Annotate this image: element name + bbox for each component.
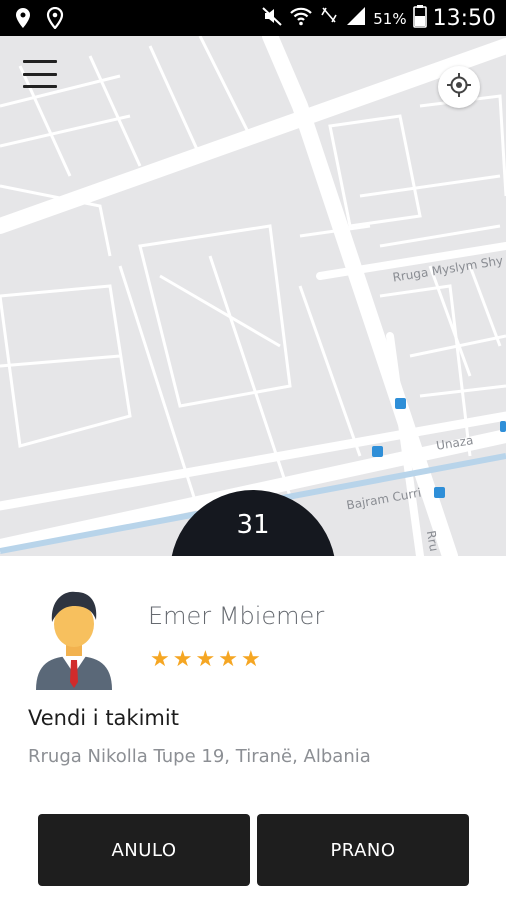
clock: 13:50 — [432, 6, 496, 31]
avatar — [32, 586, 116, 690]
driver-name: Emer Mbiemer — [148, 602, 325, 630]
map-canvas — [0, 36, 506, 556]
countdown-value: 31 — [236, 510, 270, 540]
map[interactable]: Rruga Myslym Shy Unaza Bajram Curri Rru — [0, 36, 506, 556]
ride-request-sheet: Emer Mbiemer ★ ★ ★ ★ ★ Vendi i takimit R… — [0, 556, 506, 900]
cancel-button[interactable]: ANULO — [38, 814, 250, 886]
battery-percent: 51% — [373, 9, 407, 28]
data-transfer-icon — [319, 5, 339, 32]
star-icon: ★ — [218, 646, 238, 671]
star-icon: ★ — [150, 646, 170, 671]
wifi-icon — [289, 5, 313, 32]
hamburger-line — [23, 85, 57, 88]
map-marker-icon — [46, 6, 64, 34]
battery-icon — [412, 4, 427, 33]
accept-button[interactable]: PRANO — [257, 814, 469, 886]
star-icon: ★ — [240, 646, 261, 671]
star-icon: ★ — [172, 646, 193, 671]
meeting-point-address: Rruga Nikolla Tupe 19, Tiranë, Albania — [28, 746, 371, 767]
my-location-button[interactable] — [438, 66, 480, 108]
menu-button[interactable] — [22, 58, 58, 90]
meeting-point-title: Vendi i takimit — [28, 706, 179, 730]
driver-avatar-icon — [36, 591, 112, 690]
mute-icon — [261, 5, 283, 32]
location-pin-icon — [14, 7, 32, 34]
star-icon: ★ — [195, 646, 216, 671]
hamburger-line — [23, 72, 57, 76]
status-bar: 51% 13:50 — [0, 0, 506, 36]
hamburger-line — [23, 60, 57, 63]
driver-rating: ★ ★ ★ ★ ★ — [150, 648, 261, 670]
signal-icon — [345, 5, 367, 32]
crosshair-icon — [446, 72, 472, 103]
